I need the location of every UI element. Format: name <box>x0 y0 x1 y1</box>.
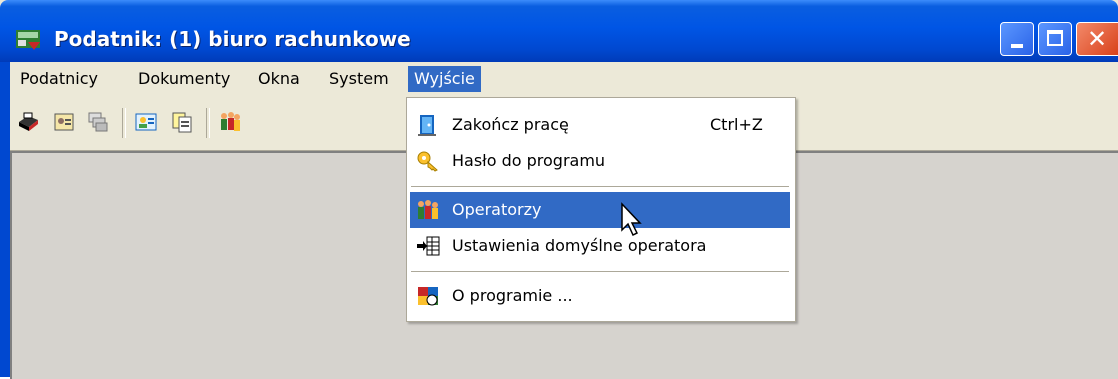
close-button[interactable]: ✕ <box>1076 22 1118 56</box>
menu-item-zakoncz-prace[interactable]: Zakończ pracę Ctrl+Z <box>410 107 790 143</box>
documents-icon[interactable] <box>170 110 194 134</box>
menu-item-label: Zakończ pracę <box>452 115 569 134</box>
settings-table-icon <box>417 236 440 256</box>
printer-icon[interactable] <box>16 110 40 134</box>
dropdown-menu-wyjscie: Zakończ pracę Ctrl+Z Hasło do programu O… <box>406 97 796 322</box>
exit-door-icon <box>418 115 436 136</box>
menu-separator <box>411 186 789 187</box>
menu-item-label: Ustawienia domyślne operatora <box>452 236 707 255</box>
app-icon <box>16 30 40 50</box>
menu-item-label: O programie ... <box>452 286 573 305</box>
maximize-icon <box>1047 30 1063 46</box>
menu-item-operatorzy[interactable]: Operatorzy <box>410 192 790 228</box>
menu-item-shortcut: Ctrl+Z <box>710 115 763 134</box>
menu-item-label: Hasło do programu <box>452 151 606 170</box>
window-left-border <box>0 62 10 377</box>
windows-cascade-icon[interactable] <box>86 110 110 134</box>
title-bar[interactable]: Podatnik: (1) biuro rachunkowe ✕ <box>0 0 1118 62</box>
menu-separator <box>411 271 789 272</box>
operators-icon[interactable] <box>218 110 242 134</box>
maximize-button[interactable] <box>1038 22 1072 56</box>
menu-item-label: Operatorzy <box>452 200 542 219</box>
key-icon <box>417 151 438 172</box>
menu-podatnicy[interactable]: Podatnicy <box>14 66 104 92</box>
menu-wyjscie[interactable]: Wyjście <box>408 66 481 92</box>
user-card-icon[interactable] <box>134 110 158 134</box>
menu-bar: Podatnicy Dokumenty Okna System Wyjście <box>10 62 1118 97</box>
menu-okna[interactable]: Okna <box>252 66 306 92</box>
close-icon: ✕ <box>1087 25 1108 53</box>
operators-icon <box>418 200 438 219</box>
minimize-icon <box>1011 44 1023 48</box>
menu-item-haslo[interactable]: Hasło do programu <box>410 143 790 179</box>
menu-system[interactable]: System <box>323 66 395 92</box>
toolbar-separator <box>122 108 126 138</box>
toolbar-separator <box>206 108 210 138</box>
mouse-pointer-icon <box>621 202 642 237</box>
menu-dokumenty[interactable]: Dokumenty <box>132 66 236 92</box>
about-icon <box>418 287 438 306</box>
address-card-icon[interactable] <box>52 110 76 134</box>
minimize-button[interactable] <box>1000 22 1034 56</box>
menu-item-ustawienia-domyslne[interactable]: Ustawienia domyślne operatora <box>410 228 790 264</box>
window-title: Podatnik: (1) biuro rachunkowe <box>54 27 411 51</box>
menu-item-o-programie[interactable]: O programie ... <box>410 278 790 314</box>
